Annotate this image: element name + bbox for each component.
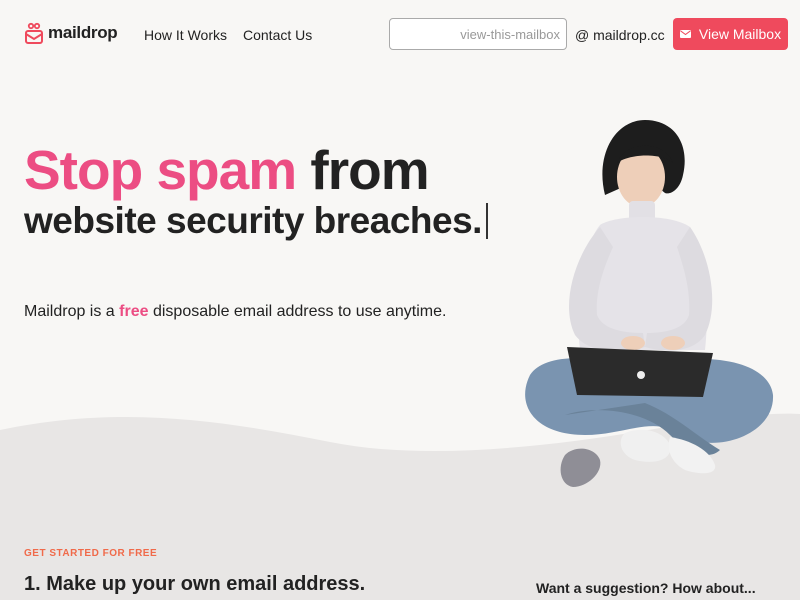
view-mailbox-label: View Mailbox bbox=[698, 26, 782, 42]
mailbox-input[interactable] bbox=[389, 18, 567, 50]
brand-logo[interactable]: maildrop bbox=[24, 22, 118, 44]
view-mailbox-button[interactable]: View Mailbox bbox=[673, 18, 788, 50]
person-with-laptop-illustration bbox=[525, 120, 774, 487]
hero-description: Maildrop is a free disposable email addr… bbox=[24, 303, 446, 321]
typing-caret bbox=[485, 203, 488, 239]
maildrop-logo-icon bbox=[25, 22, 43, 44]
step-title: 1. Make up your own email address. bbox=[24, 573, 366, 595]
brand-name: maildrop bbox=[48, 23, 118, 42]
nav-contact-us[interactable]: Contact Us bbox=[243, 27, 312, 43]
nav-how-it-works[interactable]: How It Works bbox=[144, 27, 227, 43]
subheadline-text: website security breaches. bbox=[24, 200, 482, 241]
suggestion-heading: Want a suggestion? How about... bbox=[536, 580, 756, 596]
envelope-icon bbox=[679, 30, 691, 38]
desc-before: Maildrop is a bbox=[24, 303, 120, 320]
headline-highlight: Stop spam bbox=[24, 139, 297, 201]
hero-subheadline: website security breaches. bbox=[24, 198, 488, 244]
hero-headline: Stop spam from bbox=[24, 139, 430, 201]
desc-highlight: free bbox=[119, 303, 149, 320]
headline-rest: from bbox=[296, 139, 429, 201]
section-kicker: GET STARTED FOR FREE bbox=[24, 548, 158, 559]
desc-after: disposable email address to use anytime. bbox=[148, 303, 447, 320]
site-header: maildrop How It Works Contact Us @ maild… bbox=[0, 0, 800, 70]
domain-label: @ maildrop.cc bbox=[575, 27, 665, 43]
